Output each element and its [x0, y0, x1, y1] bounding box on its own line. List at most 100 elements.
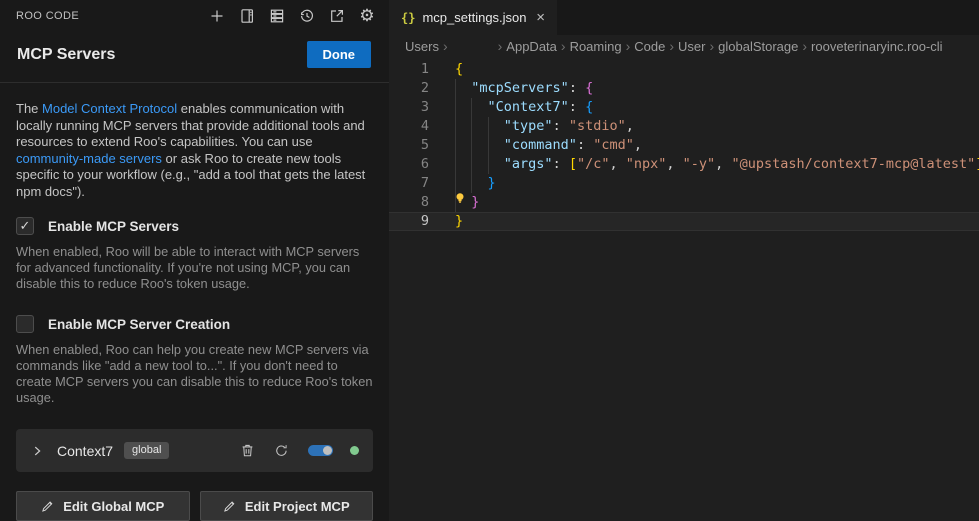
code-token: ]	[975, 156, 979, 172]
edit-project-mcp-button[interactable]: Edit Project MCP	[200, 491, 374, 521]
indent-guide	[455, 155, 456, 174]
breadcrumb-item[interactable]: Users	[405, 39, 439, 54]
breadcrumb-item[interactable]: globalStorage	[718, 39, 798, 54]
indent-guide	[455, 79, 456, 98]
edit-global-mcp-button[interactable]: Edit Global MCP	[16, 491, 190, 521]
line-content: "args": ["/c", "npx", "-y", "@upstash/co…	[455, 155, 979, 174]
line-number: 6	[389, 155, 429, 174]
code-token	[455, 80, 471, 96]
breadcrumb-separator-icon: ›	[626, 38, 631, 54]
enable-mcp-creation-setting: Enable MCP Server Creation	[16, 315, 373, 333]
server-status-dot	[350, 446, 359, 455]
header-icon-toolbar: ⚙	[207, 6, 377, 26]
panel-header: ROO CODE ⚙	[0, 0, 389, 31]
code-token: ,	[634, 137, 642, 153]
line-number: 4	[389, 117, 429, 136]
breadcrumb-item[interactable]: Roaming	[570, 39, 622, 54]
code-token: "stdio"	[569, 118, 626, 134]
breadcrumb-item[interactable]: rooveterinaryinc.roo-cli	[811, 39, 943, 54]
code-token: "mcpServers"	[471, 80, 569, 96]
indent-guide	[471, 136, 472, 155]
code-editor[interactable]: 1{2 "mcpServers": {3 "Context7": {4 "typ…	[389, 57, 979, 231]
code-line-2[interactable]: 2 "mcpServers": {	[389, 79, 979, 98]
delete-trash-icon[interactable]	[238, 442, 256, 460]
tab-mcp-settings-json[interactable]: {} mcp_settings.json ×	[389, 0, 557, 35]
code-token: ,	[666, 156, 682, 172]
tab-close-icon[interactable]: ×	[534, 10, 547, 25]
editor-pane: {} mcp_settings.json × Users››AppData›Ro…	[389, 0, 979, 521]
code-line-8[interactable]: 8}	[389, 193, 979, 212]
indent-guide	[488, 136, 489, 155]
code-token: "/c"	[577, 156, 610, 172]
code-token: "args"	[504, 156, 553, 172]
code-token: {	[585, 99, 593, 115]
indent-guide	[471, 174, 472, 193]
line-content: "Context7": {	[455, 98, 593, 117]
json-file-icon: {}	[401, 11, 415, 25]
breadcrumb-separator-icon: ›	[443, 38, 448, 54]
code-token: :	[577, 137, 593, 153]
indent-guide	[455, 117, 456, 136]
tab-filename: mcp_settings.json	[422, 10, 526, 25]
edit-project-mcp-label: Edit Project MCP	[245, 499, 350, 514]
code-line-1[interactable]: 1{	[389, 60, 979, 79]
enable-mcp-servers-checkbox[interactable]: ✓	[16, 217, 34, 235]
indent-guide	[455, 136, 456, 155]
code-token: ,	[715, 156, 731, 172]
code-line-3[interactable]: 3 "Context7": {	[389, 98, 979, 117]
enable-mcp-servers-label: Enable MCP Servers	[48, 219, 179, 234]
code-token	[455, 137, 504, 153]
prompts-notepad-icon[interactable]	[237, 6, 257, 26]
indent-guide	[471, 98, 472, 117]
model-context-protocol-link[interactable]: Model Context Protocol	[42, 101, 177, 116]
code-line-7[interactable]: 7 }	[389, 174, 979, 193]
history-icon[interactable]	[297, 6, 317, 26]
enable-mcp-servers-setting: ✓ Enable MCP Servers	[16, 217, 373, 235]
mcp-description-paragraph: The Model Context Protocol enables commu…	[16, 101, 378, 200]
indent-guide	[455, 98, 456, 117]
code-line-9[interactable]: 9}	[389, 212, 979, 231]
line-content: }	[455, 212, 463, 231]
breadcrumb-separator-icon: ›	[561, 38, 566, 54]
code-token: {	[585, 80, 593, 96]
breadcrumb-separator-icon: ›	[498, 38, 503, 54]
roo-code-sidebar: ROO CODE ⚙	[0, 0, 389, 521]
code-token: "npx"	[626, 156, 667, 172]
code-line-5[interactable]: 5 "command": "cmd",	[389, 136, 979, 155]
server-scope-badge: global	[124, 442, 169, 459]
line-number: 3	[389, 98, 429, 117]
breadcrumb-separator-icon: ›	[709, 38, 714, 54]
line-number: 8	[389, 193, 429, 212]
breadcrumb-item[interactable]: User	[678, 39, 705, 54]
code-token: "command"	[504, 137, 577, 153]
code-line-4[interactable]: 4 "type": "stdio",	[389, 117, 979, 136]
server-name: Context7	[57, 443, 113, 459]
line-number: 5	[389, 136, 429, 155]
breadcrumb-item[interactable]: Code	[634, 39, 665, 54]
code-token: {	[455, 61, 463, 77]
mcp-server-icon[interactable]	[267, 6, 287, 26]
code-token: }	[471, 194, 479, 210]
open-external-icon[interactable]	[327, 6, 347, 26]
breadcrumb-separator-icon: ›	[802, 38, 807, 54]
breadcrumb-separator-icon: ›	[669, 38, 674, 54]
line-content: }	[455, 193, 479, 212]
chevron-right-icon[interactable]	[30, 444, 44, 458]
done-button[interactable]: Done	[307, 41, 372, 68]
code-line-6[interactable]: 6 "args": ["/c", "npx", "-y", "@upstash/…	[389, 155, 979, 174]
line-number: 9	[389, 212, 429, 231]
code-token: }	[455, 213, 463, 229]
code-token	[455, 118, 504, 134]
server-row-context7[interactable]: Context7 global	[16, 429, 373, 472]
server-enabled-toggle[interactable]	[308, 445, 333, 456]
pencil-icon	[41, 500, 54, 513]
view-header: MCP Servers Done	[0, 31, 389, 82]
settings-gear-icon[interactable]: ⚙	[357, 6, 377, 26]
code-token: "@upstash/context7-mcp@latest"	[731, 156, 975, 172]
extension-title: ROO CODE	[16, 10, 79, 22]
community-made-servers-link[interactable]: community-made servers	[16, 151, 162, 166]
new-task-plus-icon[interactable]	[207, 6, 227, 26]
enable-mcp-creation-checkbox[interactable]	[16, 315, 34, 333]
restart-refresh-icon[interactable]	[272, 442, 290, 460]
breadcrumb-item[interactable]: AppData	[506, 39, 557, 54]
